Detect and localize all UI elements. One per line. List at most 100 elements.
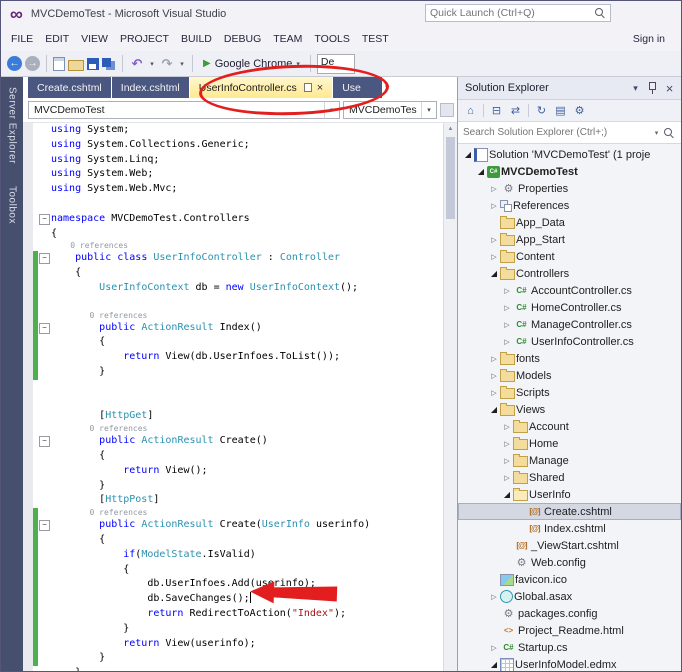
codelens-line[interactable]: 0 references [23,424,443,435]
expanded-arrow-icon[interactable]: ◢ [475,167,487,176]
collapse-region-box[interactable]: − [39,213,50,225]
menu-project[interactable]: PROJECT [114,27,175,51]
tree-item-content[interactable]: ▷ Content [458,248,681,265]
close-tab-icon[interactable]: × [317,82,323,93]
menu-edit[interactable]: EDIT [39,27,75,51]
tree-item-properties[interactable]: ▷ ⚙ Properties [458,180,681,197]
navigate-backward-icon[interactable]: ← [7,56,22,71]
tree-item-references[interactable]: ▷ References [458,197,681,214]
tree-item-fonts[interactable]: ▷ fonts [458,350,681,367]
type-dropdown[interactable]: MVCDemoTes [343,100,437,119]
collapse-region-box[interactable]: − [39,436,50,448]
redo-dropdown-icon[interactable]: ▾ [178,55,186,73]
chevron-down-icon[interactable] [324,101,339,118]
menu-team[interactable]: TEAM [267,27,308,51]
expanded-arrow-icon[interactable]: ◢ [488,660,500,669]
collapse-region-box[interactable]: − [39,253,50,265]
tree-item-startup-cs[interactable]: ▷ C# Startup.cs [458,639,681,656]
tree-item-favicon-ico[interactable]: favicon.ico [458,571,681,588]
navigate-forward-icon[interactable]: → [25,56,40,71]
expanded-arrow-icon[interactable]: ◢ [501,490,513,499]
codelens-line[interactable]: 0 references [23,310,443,321]
tree-item-homecontroller-cs[interactable]: ▷ C# HomeController.cs [458,299,681,316]
sync-with-active-document-icon[interactable]: ⇄ [507,102,524,119]
tree-item-managecontroller-cs[interactable]: ▷ C# ManageController.cs [458,316,681,333]
collapsed-arrow-icon[interactable]: ▷ [488,372,500,380]
tree-item-account[interactable]: ▷ Account [458,418,681,435]
tree-item-project-readme-html[interactable]: <> Project_Readme.html [458,622,681,639]
menu-view[interactable]: VIEW [75,27,114,51]
collapsed-arrow-icon[interactable]: ▷ [501,287,513,295]
chevron-down-icon[interactable]: ▾ [296,60,300,68]
server-explorer-vertical-tab[interactable]: Server Explorer [7,83,18,168]
tab-index-cshtml[interactable]: Index.cshtml [111,77,189,98]
tree-item-scripts[interactable]: ▷ Scripts [458,384,681,401]
collapsed-arrow-icon[interactable]: ▷ [501,423,513,431]
collapsed-arrow-icon[interactable]: ▷ [488,236,500,244]
tree-item-shared[interactable]: ▷ Shared [458,469,681,486]
tree-item-accountcontroller-cs[interactable]: ▷ C# AccountController.cs [458,282,681,299]
tab-userinfocontroller-cs[interactable]: UserInfoController.cs × [189,77,333,98]
collapsed-arrow-icon[interactable]: ▷ [501,440,513,448]
collapsed-arrow-icon[interactable]: ▷ [488,185,500,193]
collapsed-arrow-icon[interactable]: ▷ [501,457,513,465]
tree-item-userinfocontroller-cs[interactable]: ▷ C# UserInfoController.cs [458,333,681,350]
collapsed-arrow-icon[interactable]: ▷ [501,321,513,329]
codelens-line[interactable]: 0 references [23,508,443,519]
tree-item-userinfomodel-edmx[interactable]: ◢ UserInfoModel.edmx [458,656,681,671]
tree-item-userinfo[interactable]: ◢ UserInfo [458,486,681,503]
tree-item-views[interactable]: ◢ Views [458,401,681,418]
solution-explorer-search-input[interactable] [460,127,651,138]
collapsed-arrow-icon[interactable]: ▷ [488,253,500,261]
solution-configuration-dropdown[interactable]: De [316,53,355,74]
undo-icon[interactable]: ↶ [129,55,145,73]
codelens-line[interactable]: 0 references [23,241,443,252]
editor-vertical-scrollbar[interactable] [443,123,457,671]
tab-overflow-chevron-icon[interactable] [385,83,389,92]
new-file-icon[interactable] [53,56,65,71]
close-icon[interactable]: × [661,80,678,96]
tree-item-mvcdemotest[interactable]: ◢ C# MVCDemoTest [458,163,681,180]
collapsed-arrow-icon[interactable]: ▷ [488,202,500,210]
collapsed-arrow-icon[interactable]: ▷ [488,355,500,363]
collapsed-arrow-icon[interactable]: ▷ [488,389,500,397]
tree-item-models[interactable]: ▷ Models [458,367,681,384]
pin-icon[interactable] [644,80,661,96]
expanded-arrow-icon[interactable]: ◢ [488,405,500,414]
menu-build[interactable]: BUILD [175,27,218,51]
chevron-down-icon[interactable]: ▾ [651,129,662,137]
tree-item-web-config[interactable]: ⚙ Web.config [458,554,681,571]
quick-launch-input[interactable] [426,7,593,19]
properties-icon[interactable]: ⚙ [571,102,588,119]
collapsed-arrow-icon[interactable]: ▷ [501,304,513,312]
tree-item-solution-mvcdemotest-1-proje[interactable]: ◢ Solution 'MVCDemoTest' (1 proje [458,146,681,163]
tree-item-home[interactable]: ▷ Home [458,435,681,452]
scroll-up-arrow-icon[interactable] [444,123,457,135]
tree-item-app-start[interactable]: ▷ App_Start [458,231,681,248]
solution-explorer-search-box[interactable]: ▾ [458,122,681,144]
menu-test[interactable]: TEST [356,27,395,51]
sign-in-link[interactable]: Sign in [633,33,665,45]
window-position-chevron-icon[interactable]: ▾ [627,80,644,96]
tree-item-index-cshtml[interactable]: [@] Index.cshtml [458,520,681,537]
open-file-icon[interactable] [68,59,84,71]
refresh-icon[interactable]: ↻ [533,102,550,119]
collapse-region-box[interactable]: − [39,520,50,532]
pin-tab-icon[interactable] [303,83,312,92]
collapsed-arrow-icon[interactable]: ▷ [488,593,500,601]
collapsed-arrow-icon[interactable]: ▷ [488,644,500,652]
collapse-region-box[interactable]: − [39,322,50,334]
tree-item-create-cshtml[interactable]: [@] Create.cshtml [458,503,681,520]
split-window-box[interactable] [440,102,454,117]
redo-icon[interactable]: ↷ [159,55,175,73]
save-all-icon[interactable] [102,57,111,67]
quick-launch-box[interactable] [425,4,611,22]
start-debugging-button[interactable]: ▶ Google Chrome ▾ [199,58,304,70]
tree-item-controllers[interactable]: ◢ Controllers [458,265,681,282]
tab-create-cshtml[interactable]: Create.cshtml [28,77,111,98]
project-dropdown[interactable]: MVCDemoTest [28,100,340,119]
home-icon[interactable]: ⌂ [462,102,479,119]
scrollbar-thumb[interactable] [446,137,455,219]
chevron-down-icon[interactable] [421,101,436,118]
show-all-files-icon[interactable]: ▤ [552,102,569,119]
